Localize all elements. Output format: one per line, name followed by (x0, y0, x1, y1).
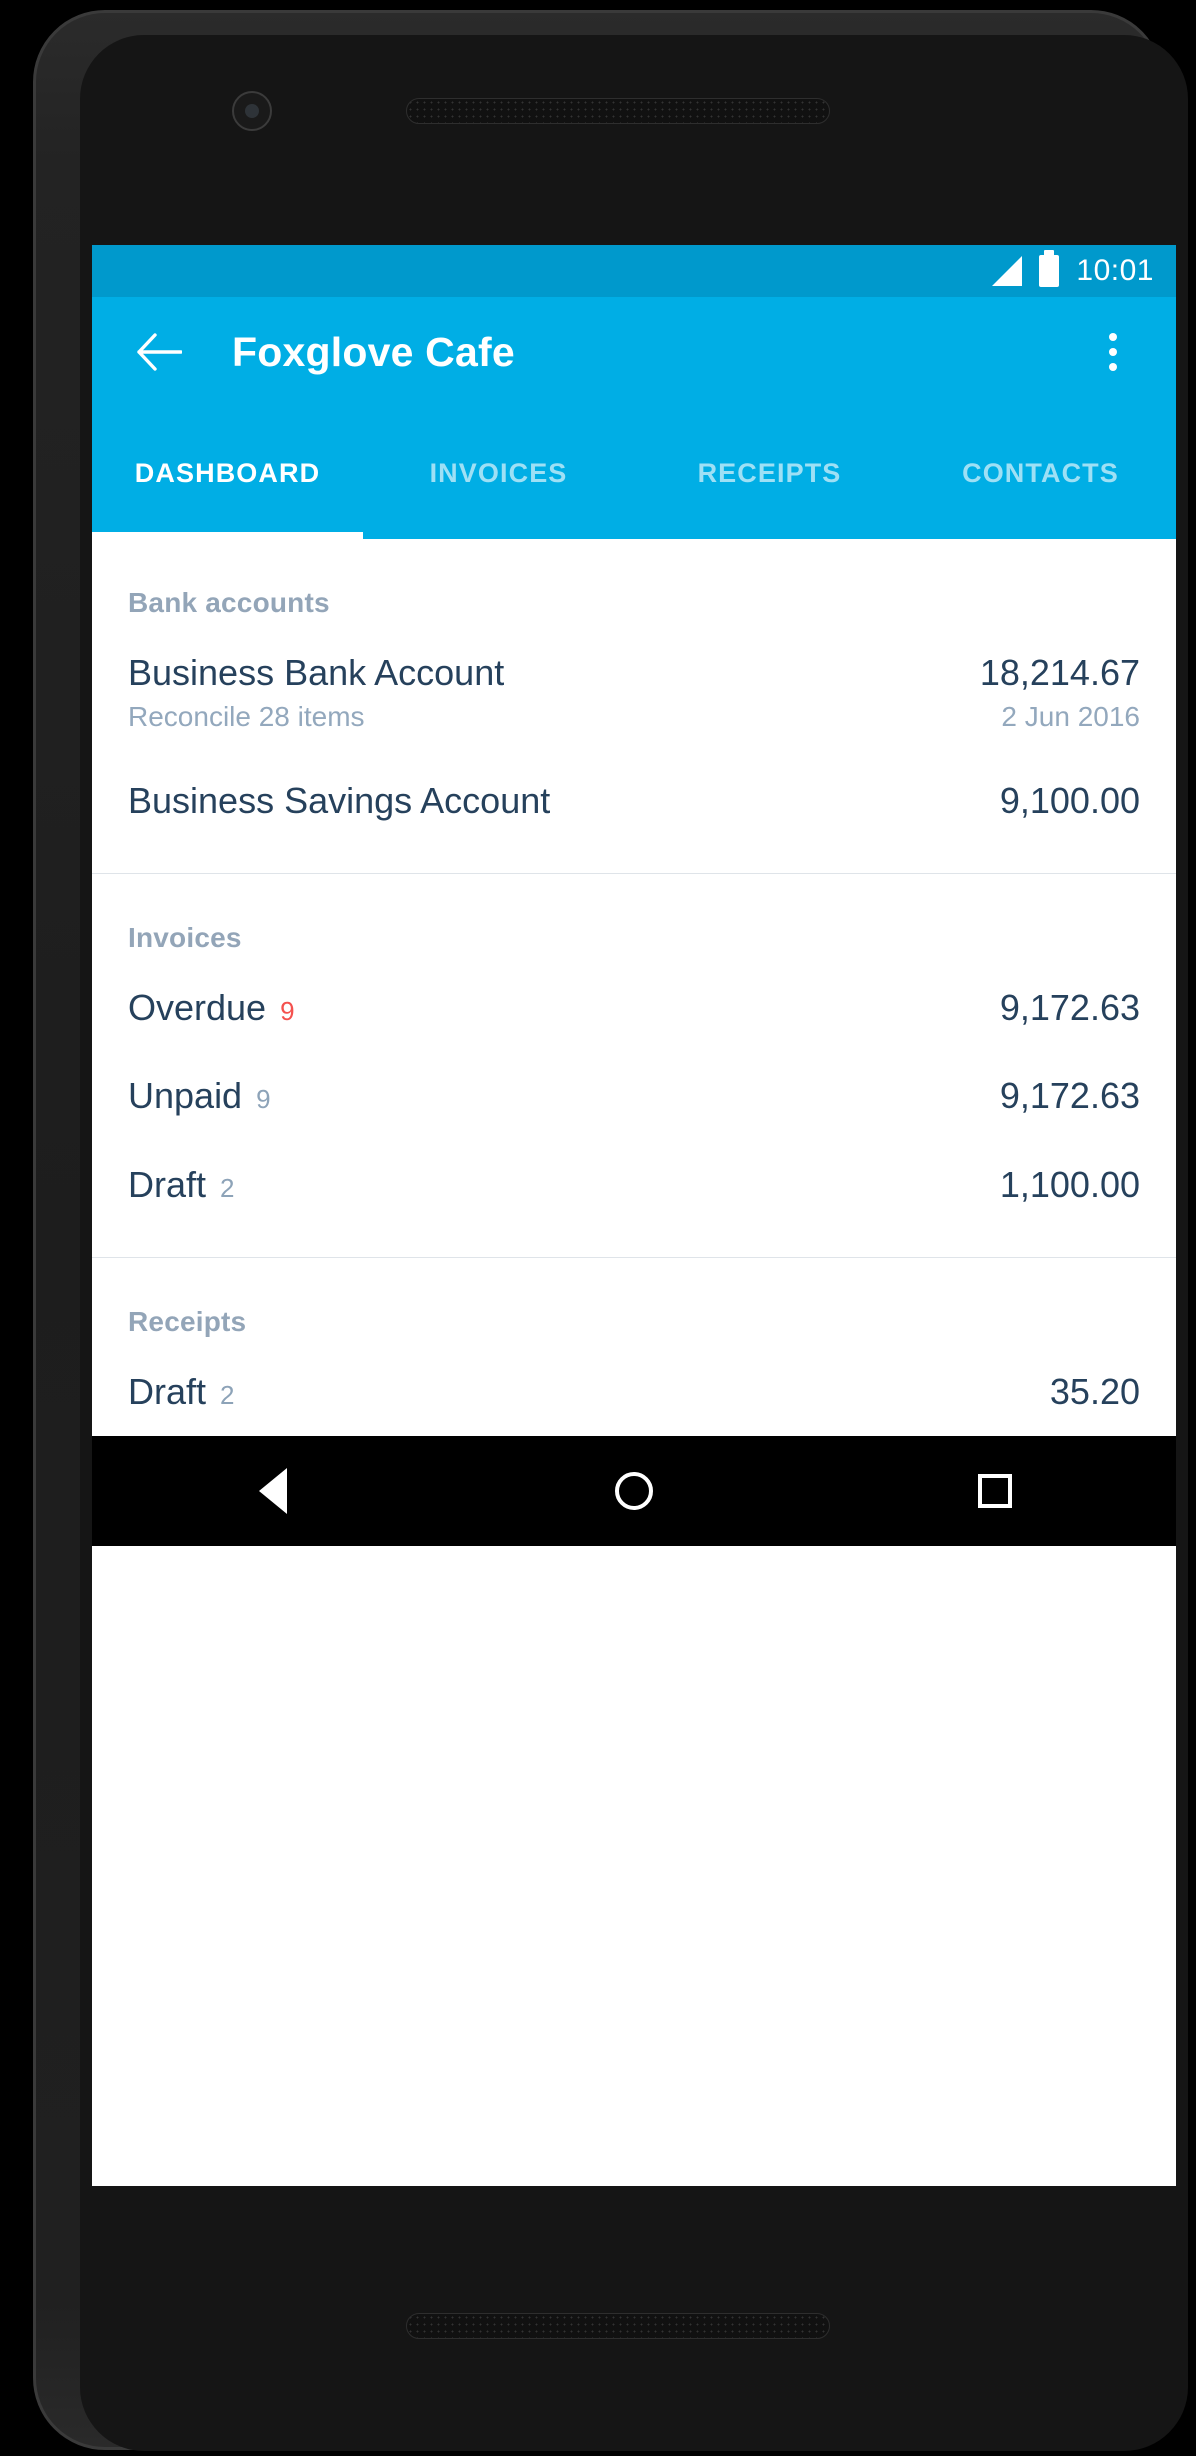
row-right: 18,214.67 2 Jun 2016 (979, 652, 1140, 733)
nav-home-glyph (614, 1472, 653, 1511)
tab-receipts[interactable]: RECEIPTS (634, 407, 905, 539)
invoice-amount: 9,172.63 (999, 986, 1140, 1028)
account-balance: 9,100.00 (999, 779, 1140, 821)
account-balance-date: 2 Jun 2016 (1001, 701, 1140, 733)
invoice-status-row: Draft 2 (128, 1163, 235, 1205)
list-item[interactable]: Overdue 9 9,172.63 (92, 964, 1176, 1052)
overflow-menu-icon[interactable] (1082, 317, 1144, 387)
invoice-status-row: Overdue 9 (128, 986, 295, 1028)
bottom-speaker (406, 2313, 830, 2339)
row-right: 1,100.00 (999, 1163, 1140, 1205)
section-header-bank-accounts: Bank accounts (128, 587, 330, 618)
row-left: Business Savings Account (128, 779, 551, 821)
front-camera-icon (232, 91, 272, 131)
earpiece-speaker (406, 98, 830, 124)
spacer (92, 1228, 1176, 1257)
status-badge: 9 (280, 995, 295, 1026)
status-badge: 9 (256, 1084, 271, 1115)
nav-back-glyph (258, 1468, 287, 1515)
nav-recents-glyph (978, 1474, 1013, 1509)
phone-frame: 10:01 Foxglove Cafe DASHBOARD INVOICES R… (33, 10, 1188, 2451)
tab-bar: DASHBOARD INVOICES RECEIPTS CONTACTS (92, 407, 1176, 539)
invoice-amount: 9,172.63 (999, 1075, 1140, 1117)
status-badge: 2 (220, 1172, 235, 1203)
row-right: 9,172.63 (999, 986, 1140, 1028)
list-item[interactable]: Business Savings Account 9,100.00 (92, 757, 1176, 845)
list-item[interactable]: Unpaid 9 9,172.63 (92, 1052, 1176, 1140)
row-right: 9,100.00 (999, 779, 1140, 821)
back-arrow-icon[interactable] (124, 317, 194, 387)
invoice-amount: 1,100.00 (999, 1163, 1140, 1205)
android-nav-bar (92, 1436, 1176, 1547)
account-reconcile-status: Reconcile 28 items (128, 701, 365, 733)
invoice-status-row: Unpaid 9 (128, 1075, 271, 1117)
app-bar: Foxglove Cafe (92, 297, 1176, 407)
nav-back-icon[interactable] (213, 1436, 333, 1546)
status-icons: 10:01 (992, 250, 1154, 288)
row-right: 35.20 (1049, 1370, 1140, 1412)
invoice-status-label: Draft (128, 1163, 207, 1205)
battery-full-icon (1039, 250, 1060, 287)
receipt-amount: 35.20 (1049, 1370, 1140, 1412)
receipt-status-label: Draft (128, 1370, 207, 1412)
tab-contacts[interactable]: CONTACTS (905, 407, 1176, 539)
section-header-receipts: Receipts (128, 1305, 247, 1337)
spacer (92, 844, 1176, 873)
row-left: Overdue 9 (128, 986, 295, 1028)
back-arrow-glyph (137, 333, 182, 371)
page-title: Foxglove Cafe (232, 328, 515, 375)
row-left: Business Bank Account Reconcile 28 items (128, 652, 505, 733)
invoice-status-label: Unpaid (128, 1075, 243, 1117)
section-header-invoices: Invoices (128, 921, 242, 953)
row-left: Draft 2 (128, 1370, 235, 1412)
list-item[interactable]: Draft 2 35.20 (92, 1348, 1176, 1436)
account-name: Business Savings Account (128, 779, 551, 821)
dashboard-content: Bank accounts Business Bank Account Reco… (92, 539, 1176, 1437)
overflow-dot (1109, 333, 1117, 341)
row-left: Draft 2 (128, 1163, 235, 1205)
row-right: 9,172.63 (999, 1075, 1140, 1117)
signal-triangle-icon (992, 256, 1023, 286)
overflow-dot (1109, 363, 1117, 371)
list-item[interactable]: Business Bank Account Reconcile 28 items… (92, 629, 1176, 757)
tab-invoices[interactable]: INVOICES (363, 407, 634, 539)
invoice-status-label: Overdue (128, 986, 267, 1028)
account-balance: 18,214.67 (979, 652, 1140, 693)
tab-dashboard[interactable]: DASHBOARD (92, 407, 363, 539)
status-badge: 2 (220, 1379, 235, 1410)
account-name: Business Bank Account (128, 652, 505, 693)
list-item[interactable]: Draft 2 1,100.00 (92, 1141, 1176, 1229)
phone-screen: 10:01 Foxglove Cafe DASHBOARD INVOICES R… (92, 245, 1176, 2186)
status-clock: 10:01 (1076, 254, 1154, 287)
row-left: Unpaid 9 (128, 1075, 271, 1117)
status-bar: 10:01 (92, 245, 1176, 297)
receipt-status-row: Draft 2 (128, 1370, 235, 1412)
overflow-dot (1109, 348, 1117, 356)
nav-recents-icon[interactable] (935, 1436, 1055, 1546)
nav-home-icon[interactable] (574, 1436, 694, 1546)
